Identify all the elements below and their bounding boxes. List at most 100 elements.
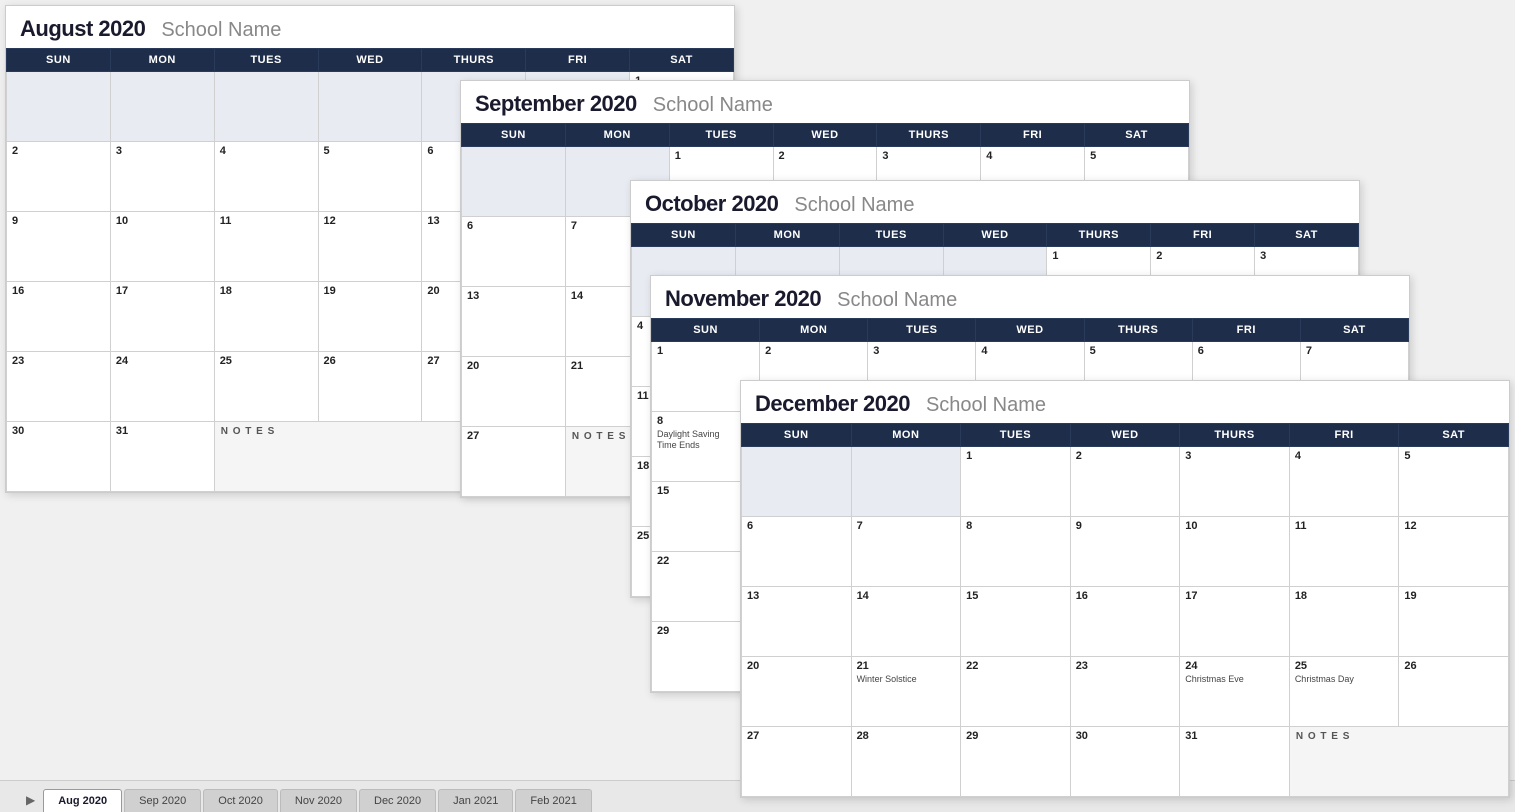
school-name-oct2020: School Name — [794, 194, 914, 217]
table-row: 1 — [961, 447, 1071, 517]
day-number: 16 — [12, 285, 105, 297]
day-header-tues: TUES — [961, 424, 1071, 447]
table-row: 25Christmas Day — [1289, 657, 1399, 727]
table-row: 23 — [7, 352, 111, 422]
month-title-aug2020: August 2020 — [20, 16, 145, 42]
table-row: 5 — [318, 142, 422, 212]
table-row: 29 — [961, 727, 1071, 797]
calendar-header-oct2020: October 2020 School Name — [631, 181, 1359, 223]
table-row: 18 — [1289, 587, 1399, 657]
table-row: 3 — [1180, 447, 1290, 517]
table-row: N O T E S — [1289, 727, 1508, 797]
calendar-grid-dec2020: SUNMONTUESWEDTHURSFRISAT1234567891011121… — [741, 423, 1509, 797]
day-number: 26 — [1404, 660, 1503, 672]
day-number: 27 — [467, 430, 560, 442]
day-header-thurs: THURS — [877, 124, 981, 147]
table-row: 10 — [1180, 517, 1290, 587]
day-number: 12 — [324, 215, 417, 227]
day-number: 1 — [675, 150, 768, 162]
table-row: 16 — [1070, 587, 1180, 657]
day-number: 5 — [324, 145, 417, 157]
day-number: 28 — [857, 730, 956, 742]
day-number: 4 — [1295, 450, 1394, 462]
table-row: 7 — [851, 517, 961, 587]
tab-item[interactable]: Sep 2020 — [124, 789, 201, 812]
table-row: 31 — [1180, 727, 1290, 797]
day-header-sat: SAT — [1300, 319, 1408, 342]
day-number: 21 — [857, 660, 956, 672]
day-header-tues: TUES — [214, 49, 318, 72]
tab-item[interactable]: Oct 2020 — [203, 789, 278, 812]
day-header-sun: SUN — [632, 224, 736, 247]
tab-item[interactable]: Aug 2020 — [43, 789, 122, 812]
table-row: 9 — [1070, 517, 1180, 587]
day-number: 22 — [966, 660, 1065, 672]
day-number: 7 — [1306, 345, 1403, 357]
table-row: 2 — [1070, 447, 1180, 517]
day-number: 3 — [873, 345, 970, 357]
day-header-mon: MON — [110, 49, 214, 72]
day-number: 7 — [857, 520, 956, 532]
table-row: 24Christmas Eve — [1180, 657, 1290, 727]
table-row — [318, 72, 422, 142]
school-name-dec2020: School Name — [926, 394, 1046, 417]
table-row: 5 — [1399, 447, 1509, 517]
day-number: 18 — [1295, 590, 1394, 602]
tab-prev-arrow[interactable]: ▶ — [20, 788, 41, 812]
table-row: 16 — [7, 282, 111, 352]
day-number: 26 — [324, 355, 417, 367]
day-number: 6 — [747, 520, 846, 532]
calendar-header-aug2020: August 2020School Name — [6, 6, 734, 48]
day-number: 10 — [1185, 520, 1284, 532]
day-number: 30 — [1076, 730, 1175, 742]
tab-item[interactable]: Nov 2020 — [280, 789, 357, 812]
day-number: 4 — [986, 150, 1079, 162]
table-row: 20 — [742, 657, 852, 727]
day-header-fri: FRI — [1289, 424, 1399, 447]
day-number: 6 — [1198, 345, 1295, 357]
day-number: 3 — [1260, 250, 1353, 262]
table-row: 19 — [1399, 587, 1509, 657]
day-number: 30 — [12, 425, 105, 437]
table-row: 25 — [214, 352, 318, 422]
table-row: 23 — [1070, 657, 1180, 727]
day-number: 1 — [1052, 250, 1145, 262]
table-row: 17 — [110, 282, 214, 352]
day-header-thurs: THURS — [1047, 224, 1151, 247]
event-text: Christmas Eve — [1185, 674, 1284, 685]
tab-item[interactable]: Jan 2021 — [438, 789, 513, 812]
table-row: 17 — [1180, 587, 1290, 657]
tab-item[interactable]: Feb 2021 — [515, 789, 591, 812]
day-number: 18 — [220, 285, 313, 297]
day-header-sun: SUN — [742, 424, 852, 447]
calendar-header-dec2020: December 2020 School Name — [741, 381, 1509, 423]
day-header-sun: SUN — [7, 49, 111, 72]
tab-item[interactable]: Dec 2020 — [359, 789, 436, 812]
day-header-sat: SAT — [630, 49, 734, 72]
day-header-wed: WED — [943, 224, 1047, 247]
table-row — [110, 72, 214, 142]
month-title-oct2020: October 2020 — [645, 191, 778, 217]
table-row: 30 — [1070, 727, 1180, 797]
table-row: 8 — [961, 517, 1071, 587]
table-row: 26 — [1399, 657, 1509, 727]
table-row: 27 — [462, 427, 566, 497]
day-number: 19 — [1404, 590, 1503, 602]
day-number: 13 — [747, 590, 846, 602]
school-name-sep2020: School Name — [653, 94, 773, 117]
table-row — [7, 72, 111, 142]
table-row: 3 — [110, 142, 214, 212]
day-header-fri: FRI — [526, 49, 630, 72]
table-row: 6 — [462, 217, 566, 287]
table-row: 10 — [110, 212, 214, 282]
day-number: 20 — [747, 660, 846, 672]
table-row: 12 — [1399, 517, 1509, 587]
day-header-fri: FRI — [1192, 319, 1300, 342]
day-number: 25 — [220, 355, 313, 367]
day-number: 29 — [966, 730, 1065, 742]
month-title-dec2020: December 2020 — [755, 391, 910, 417]
day-number: 25 — [1295, 660, 1394, 672]
day-number: 20 — [467, 360, 560, 372]
day-number: 12 — [1404, 520, 1503, 532]
day-number: 5 — [1090, 150, 1183, 162]
